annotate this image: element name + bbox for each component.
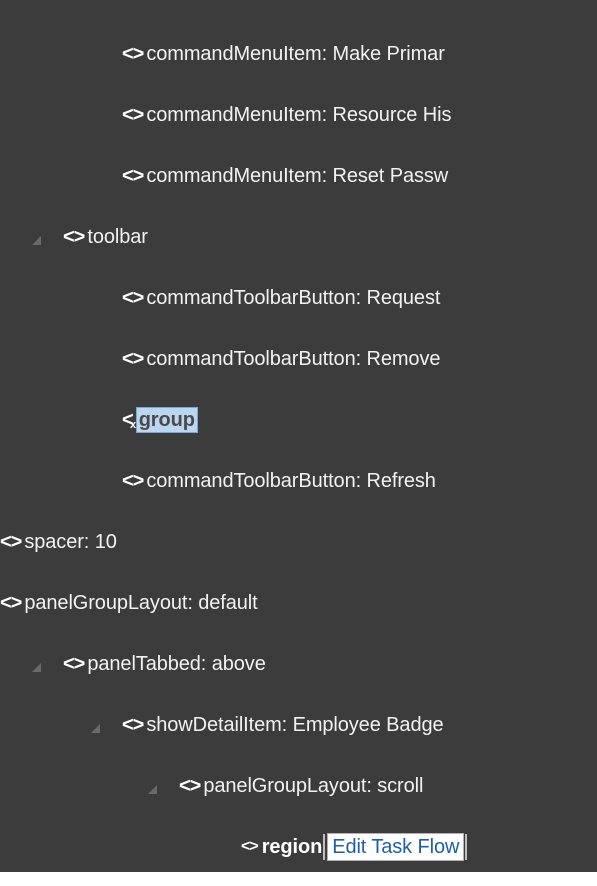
element-tag-error-icon: < x [122, 408, 136, 431]
text-cursor [323, 834, 326, 860]
element-tag-icon: <> [0, 591, 22, 614]
element-tag-icon: <> [122, 713, 144, 736]
tree-node-label: region [261, 835, 323, 858]
tree-node-label: commandMenuItem: Reset Passw [146, 164, 449, 187]
tree-node-show-detail-item[interactable]: <> showDetailItem: Employee Badge [0, 707, 597, 743]
tree-node-toolbar-button-request[interactable]: <> commandToolbarButton: Request [0, 280, 597, 316]
tree-node-label: toolbar [87, 225, 148, 248]
tree-node-label: commandToolbarButton: Remove [146, 347, 441, 370]
region-tag-icon: <> [241, 838, 259, 855]
tree-node-label-selected: group [135, 407, 198, 433]
expand-triangle-icon[interactable] [32, 662, 41, 672]
tree-node-toolbar[interactable]: <> toolbar [0, 219, 597, 255]
element-tag-icon: <> [122, 42, 144, 65]
tree-node-panel-group-layout-default[interactable]: <> panelGroupLayout: default [0, 585, 597, 621]
tree-node-label: commandMenuItem: Resource His [146, 103, 452, 126]
expand-triangle-icon[interactable] [91, 723, 100, 733]
tree-node-toolbar-button-remove[interactable]: <> commandToolbarButton: Remove [0, 341, 597, 377]
tree-node-toolbar-button-refresh[interactable]: <> commandToolbarButton: Refresh [0, 463, 597, 499]
edit-task-flow-link[interactable]: Edit Task Flow [327, 833, 465, 861]
tree-node-command-menu-item-make-primary[interactable]: <> commandMenuItem: Make Primar [0, 36, 597, 72]
element-tag-icon: <> [122, 286, 144, 309]
tree-node-label: panelTabbed: above [87, 652, 266, 675]
element-tag-icon: <> [122, 469, 144, 492]
tree-node-spacer[interactable]: <> spacer: 10 [0, 524, 597, 560]
element-tag-icon: <> [122, 103, 144, 126]
tree-node-label: commandToolbarButton: Refresh [146, 469, 436, 492]
tree-node-label: spacer: 10 [24, 530, 117, 553]
expand-triangle-icon[interactable] [148, 784, 157, 794]
element-tag-icon: <> [0, 530, 22, 553]
text-cursor [465, 834, 468, 860]
tree-node-command-menu-item-reset-password[interactable]: <> commandMenuItem: Reset Passw [0, 158, 597, 194]
tree-node-panel-group-layout-scroll[interactable]: <> panelGroupLayout: scroll [0, 768, 597, 804]
tree-node-label: commandMenuItem: Make Primar [146, 42, 445, 65]
tree-node-region[interactable]: <> region Edit Task Flow [0, 829, 597, 865]
expand-triangle-icon[interactable] [32, 235, 41, 245]
element-tag-icon: <> [63, 225, 85, 248]
component-tree-panel: <> commandMenuItem: Make Primar <> comma… [0, 0, 597, 872]
element-tag-icon: <> [179, 774, 201, 797]
tree-node-label: showDetailItem: Employee Badge [146, 713, 444, 736]
tree-node-group-selected[interactable]: < x group [0, 402, 597, 438]
tree-node-panel-tabbed[interactable]: <> panelTabbed: above [0, 646, 597, 682]
tree-node-label: commandToolbarButton: Request [146, 286, 441, 309]
element-tag-icon: <> [122, 164, 144, 187]
element-tag-icon: <> [63, 652, 85, 675]
element-tag-icon: <> [122, 347, 144, 370]
tree-node-label: panelGroupLayout: default [24, 591, 258, 614]
tree-node-label: panelGroupLayout: scroll [203, 774, 424, 797]
tree-node-command-menu-item-resource-history[interactable]: <> commandMenuItem: Resource His [0, 97, 597, 133]
